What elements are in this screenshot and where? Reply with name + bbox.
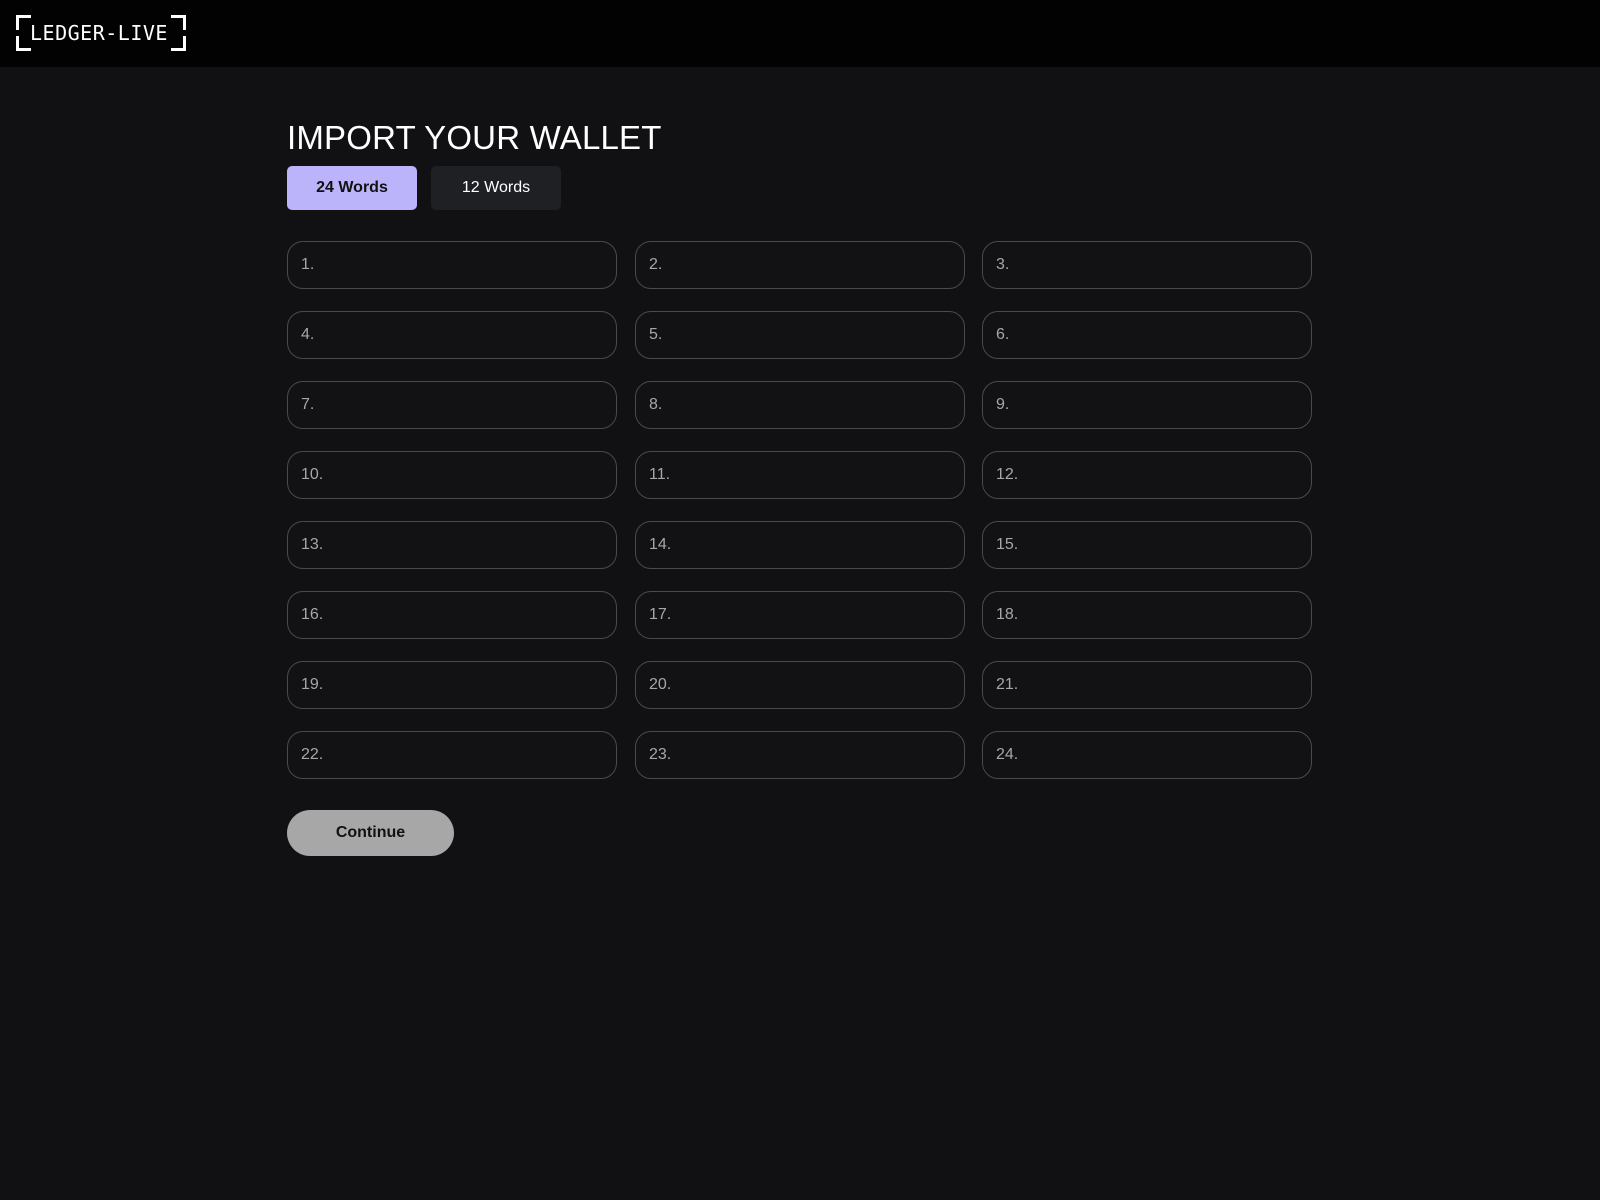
seed-word-input-15[interactable] [1025,528,1299,564]
seed-word-input-24[interactable] [1025,738,1299,774]
seed-word-field-3[interactable]: 3. [982,241,1312,289]
seed-word-input-2[interactable] [678,248,952,284]
seed-word-number: 23. [649,746,672,763]
seed-word-field-2[interactable]: 2. [635,241,965,289]
seed-word-number: 9. [996,396,1010,413]
import-wallet-panel: IMPORT YOUR WALLET 24 Words 12 Words 1. … [287,118,1313,856]
seed-word-input-21[interactable] [1025,668,1299,704]
seed-word-field-11[interactable]: 11. [635,451,965,499]
seed-word-number: 7. [301,396,315,413]
seed-word-input-10[interactable] [330,458,604,494]
seed-word-input-17[interactable] [678,598,952,634]
seed-word-field-1[interactable]: 1. [287,241,617,289]
seed-word-number: 17. [649,606,672,623]
seed-word-field-4[interactable]: 4. [287,311,617,359]
seed-word-field-16[interactable]: 16. [287,591,617,639]
seed-word-field-12[interactable]: 12. [982,451,1312,499]
logo-text: LEDGER-LIVE [30,21,168,45]
seed-word-field-9[interactable]: 9. [982,381,1312,429]
page-title: IMPORT YOUR WALLET [287,119,662,156]
seed-word-field-23[interactable]: 23. [635,731,965,779]
seed-word-input-20[interactable] [678,668,952,704]
tab-12-words[interactable]: 12 Words [431,166,561,210]
seed-word-input-1[interactable] [330,248,604,284]
seed-word-field-20[interactable]: 20. [635,661,965,709]
seed-word-number: 2. [649,256,663,273]
seed-word-field-24[interactable]: 24. [982,731,1312,779]
seed-word-input-23[interactable] [678,738,952,774]
seed-word-number: 13. [301,536,324,553]
seed-word-input-11[interactable] [678,458,952,494]
tab-24-words[interactable]: 24 Words [287,166,417,210]
seed-word-number: 14. [649,536,672,553]
seed-word-number: 6. [996,326,1010,343]
seed-word-field-5[interactable]: 5. [635,311,965,359]
seed-word-input-6[interactable] [1025,318,1299,354]
seed-word-input-8[interactable] [678,388,952,424]
seed-word-input-14[interactable] [678,528,952,564]
continue-button[interactable]: Continue [287,810,454,856]
seed-word-input-19[interactable] [330,668,604,704]
seed-word-number: 3. [996,256,1010,273]
seed-word-field-19[interactable]: 19. [287,661,617,709]
seed-word-input-9[interactable] [1025,388,1299,424]
seed-word-field-21[interactable]: 21. [982,661,1312,709]
seed-word-number: 16. [301,606,324,623]
seed-word-input-22[interactable] [330,738,604,774]
seed-word-field-17[interactable]: 17. [635,591,965,639]
seed-word-number: 15. [996,536,1019,553]
seed-word-number: 11. [649,466,671,483]
seed-word-input-4[interactable] [330,318,604,354]
seed-word-field-15[interactable]: 15. [982,521,1312,569]
seed-word-number: 10. [301,466,324,483]
seed-word-number: 21. [996,676,1019,693]
seed-word-number: 24. [996,746,1019,763]
seed-word-input-7[interactable] [330,388,604,424]
seed-word-field-14[interactable]: 14. [635,521,965,569]
seed-word-input-16[interactable] [330,598,604,634]
seed-word-field-10[interactable]: 10. [287,451,617,499]
seed-word-number: 18. [996,606,1019,623]
seed-word-field-13[interactable]: 13. [287,521,617,569]
seed-word-input-18[interactable] [1025,598,1299,634]
seed-word-field-22[interactable]: 22. [287,731,617,779]
seed-word-number: 20. [649,676,672,693]
ledger-live-logo[interactable]: LEDGER-LIVE [16,15,186,51]
seed-word-number: 12. [996,466,1019,483]
seed-word-number: 4. [301,326,315,343]
seed-word-field-6[interactable]: 6. [982,311,1312,359]
seed-word-number: 5. [649,326,663,343]
seed-word-input-13[interactable] [330,528,604,564]
top-bar: LEDGER-LIVE [0,0,1600,67]
seed-word-input-12[interactable] [1025,458,1299,494]
seed-word-field-8[interactable]: 8. [635,381,965,429]
seed-word-number: 8. [649,396,663,413]
seed-word-input-5[interactable] [678,318,952,354]
seed-word-number: 1. [301,256,315,273]
seed-word-number: 19. [301,676,324,693]
seed-word-field-18[interactable]: 18. [982,591,1312,639]
seed-word-input-3[interactable] [1025,248,1299,284]
seed-word-field-7[interactable]: 7. [287,381,617,429]
seed-word-number: 22. [301,746,324,763]
